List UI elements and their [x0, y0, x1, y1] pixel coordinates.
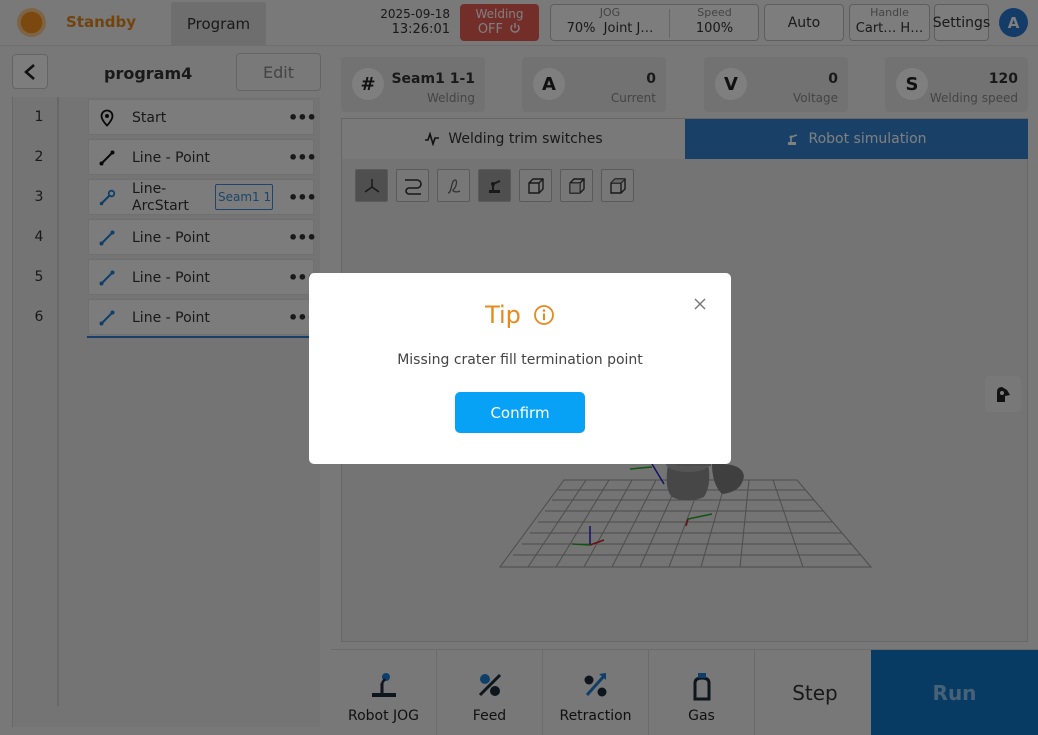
tip-dialog: Tip Missing crater fill termination poin…: [309, 273, 731, 464]
info-icon: [534, 305, 554, 325]
dialog-title: Tip: [485, 301, 521, 329]
confirm-button[interactable]: Confirm: [455, 392, 585, 433]
dialog-header: Tip: [309, 300, 731, 330]
dialog-message: Missing crater fill termination point: [397, 352, 643, 368]
